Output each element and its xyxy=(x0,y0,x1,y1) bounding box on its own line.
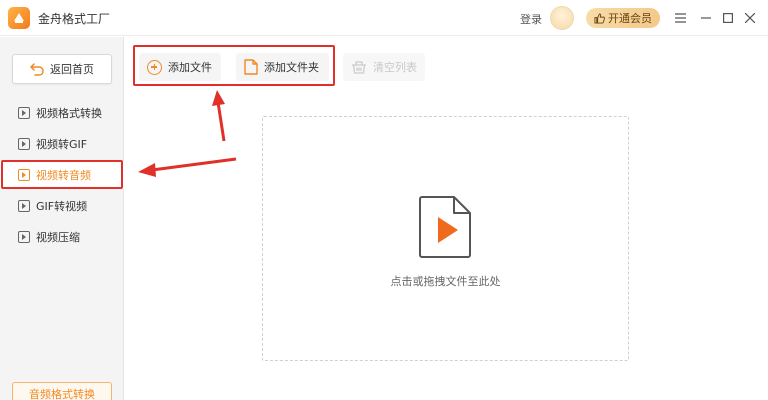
vip-button-label: 开通会员 xyxy=(608,12,652,25)
sidebar-item-label: 视频格式转换 xyxy=(36,107,102,120)
add-folder-button[interactable]: 添加文件夹 xyxy=(236,53,329,81)
clear-list-button[interactable]: 清空列表 xyxy=(343,53,425,81)
file-drop-zone[interactable]: 点击或拖拽文件至此处 xyxy=(262,116,629,361)
audio-format-convert-button[interactable]: 音频格式转换 xyxy=(12,382,112,400)
app-title: 金舟格式工厂 xyxy=(38,12,111,26)
thumbs-up-icon xyxy=(594,12,605,24)
clear-basket-icon xyxy=(352,61,366,74)
annotation-arrowhead-left xyxy=(138,163,156,177)
close-icon[interactable] xyxy=(741,9,759,27)
add-file-label: 添加文件 xyxy=(168,61,212,74)
sidebar: 返回首页 视频格式转换 视频转GIF 视频转音频 GIF转视频 视频压缩 xyxy=(0,37,124,400)
sidebar-item-gif-to-video[interactable]: GIF转视频 xyxy=(0,192,124,220)
annotation-arrow-left xyxy=(151,157,237,172)
back-arrow-icon xyxy=(30,62,44,76)
home-button-label: 返回首页 xyxy=(50,63,94,76)
clear-list-label: 清空列表 xyxy=(373,61,417,74)
annotation-arrowhead-up xyxy=(212,90,225,106)
avatar[interactable] xyxy=(550,6,574,30)
video-file-large-icon xyxy=(419,196,471,258)
login-link[interactable]: 登录 xyxy=(520,11,542,27)
sidebar-item-video-compress[interactable]: 视频压缩 xyxy=(0,223,124,251)
home-button[interactable]: 返回首页 xyxy=(12,54,112,84)
play-file-icon xyxy=(18,200,30,212)
sidebar-item-label: 视频转音频 xyxy=(36,169,91,182)
compress-file-icon xyxy=(18,231,30,243)
annotation-arrow-up xyxy=(216,101,226,142)
folder-file-icon xyxy=(244,59,258,75)
vip-button[interactable]: 开通会员 xyxy=(586,8,660,28)
add-file-button[interactable]: 添加文件 xyxy=(139,53,221,81)
app-logo-icon xyxy=(8,7,30,29)
sidebar-item-video-format-convert[interactable]: 视频格式转换 xyxy=(0,99,124,127)
menu-icon[interactable] xyxy=(671,9,689,27)
sidebar-item-label: 视频压缩 xyxy=(36,231,80,244)
sidebar-item-video-to-audio[interactable]: 视频转音频 xyxy=(0,161,124,189)
add-folder-label: 添加文件夹 xyxy=(264,61,319,74)
title-bar: 金舟格式工厂 登录 开通会员 xyxy=(0,0,768,36)
sidebar-item-video-to-gif[interactable]: 视频转GIF xyxy=(0,130,124,158)
plus-circle-icon xyxy=(147,59,162,75)
minimize-icon[interactable] xyxy=(697,9,715,27)
video-file-icon xyxy=(18,107,30,119)
audio-file-icon xyxy=(18,169,30,181)
sidebar-item-label: GIF转视频 xyxy=(36,200,88,213)
maximize-icon[interactable] xyxy=(719,9,737,27)
drop-hint-text: 点击或拖拽文件至此处 xyxy=(390,275,501,288)
sidebar-item-label: 视频转GIF xyxy=(36,138,88,151)
image-file-icon xyxy=(18,138,30,150)
